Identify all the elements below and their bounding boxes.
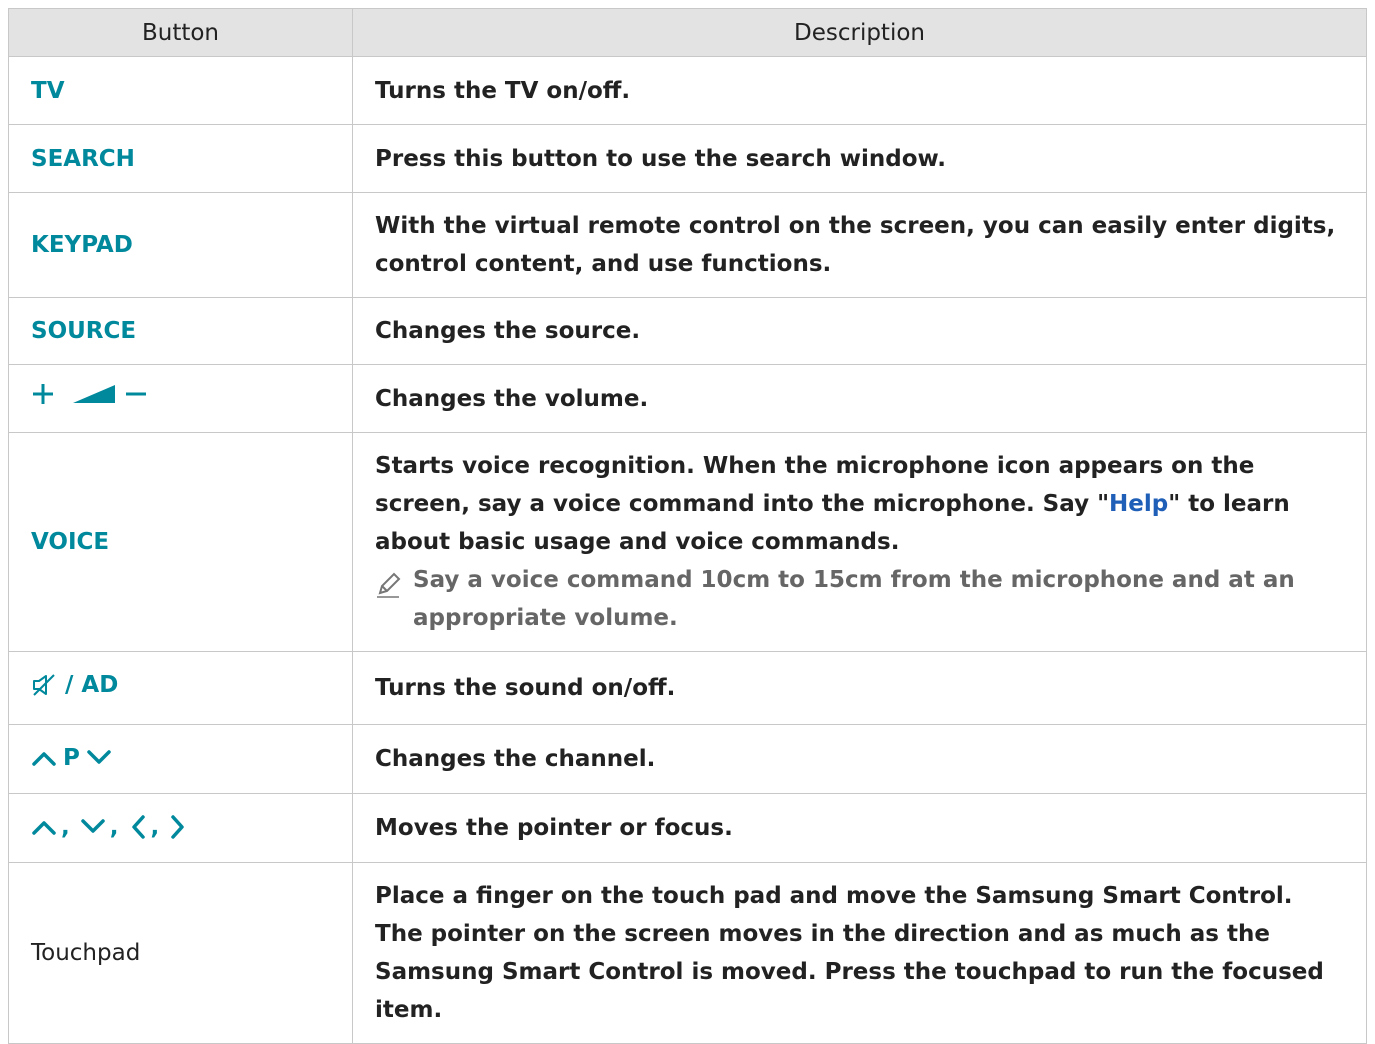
desc-cell: Changes the channel. <box>352 724 1367 794</box>
button-cell-arrows: , , , <box>8 793 353 863</box>
button-cell-channel: P <box>8 724 353 794</box>
table-row: SEARCH Press this button to use the sear… <box>8 124 1367 193</box>
chevron-up-icon <box>32 752 56 766</box>
desc-cell: Turns the sound on/off. <box>352 651 1367 725</box>
desc-cell: Changes the volume. <box>352 364 1367 433</box>
desc-cell: Press this button to use the search wind… <box>352 124 1367 193</box>
button-cell-mute-ad: / AD <box>8 651 353 725</box>
button-cell-touchpad: Touchpad <box>8 862 353 1044</box>
chevron-down-icon <box>81 819 105 833</box>
desc-cell: Changes the source. <box>352 297 1367 365</box>
table-row: / AD Turns the sound on/off. <box>8 651 1367 725</box>
voice-note: Say a voice command 10cm to 15cm from th… <box>375 561 1346 637</box>
help-keyword: Help <box>1109 491 1169 517</box>
desc-cell: Turns the TV on/off. <box>352 56 1367 125</box>
voice-note-text: Say a voice command 10cm to 15cm from th… <box>413 567 1295 631</box>
desc-cell-voice: Starts voice recognition. When the micro… <box>352 432 1367 652</box>
desc-cell: Place a finger on the touch pad and move… <box>352 862 1367 1044</box>
chevron-down-icon <box>87 750 111 764</box>
button-cell-tv: TV <box>8 56 353 125</box>
table-row: VOICE Starts voice recognition. When the… <box>8 432 1367 652</box>
pencil-icon <box>375 561 405 603</box>
table-row: Changes the volume. <box>8 364 1367 433</box>
button-cell-voice: VOICE <box>8 432 353 652</box>
voice-description: Starts voice recognition. When the micro… <box>375 447 1346 561</box>
arrow-separator: , <box>150 814 160 840</box>
minus-icon <box>126 392 146 395</box>
arrow-separator: , <box>61 814 70 840</box>
table-row: Touchpad Place a finger on the touch pad… <box>8 862 1367 1044</box>
table-header-row: Button Description <box>8 8 1367 57</box>
table-row: KEYPAD With the virtual remote control o… <box>8 192 1367 298</box>
table-row: , , , Moves the pointer or focus. <box>8 793 1367 863</box>
button-table: Button Description TV Turns the TV on/of… <box>8 8 1367 1044</box>
table-row: TV Turns the TV on/off. <box>8 56 1367 125</box>
chevron-up-icon <box>32 821 56 835</box>
desc-cell: Moves the pointer or focus. <box>352 793 1367 863</box>
button-cell-search: SEARCH <box>8 124 353 193</box>
plus-icon <box>33 383 53 404</box>
chevron-left-icon <box>131 815 145 839</box>
volume-ramp-icon <box>73 384 115 403</box>
button-cell-keypad: KEYPAD <box>8 192 353 298</box>
table-row: SOURCE Changes the source. <box>8 297 1367 365</box>
header-description: Description <box>352 8 1367 57</box>
chevron-right-icon <box>171 815 184 839</box>
button-cell-volume <box>8 364 353 433</box>
desc-cell: With the virtual remote control on the s… <box>352 192 1367 298</box>
mute-icon <box>33 674 55 696</box>
arrow-separator: , <box>109 814 119 840</box>
mute-ad-label: / AD <box>65 672 119 698</box>
channel-p-label: P <box>63 745 80 771</box>
button-cell-source: SOURCE <box>8 297 353 365</box>
header-button: Button <box>8 8 353 57</box>
table-row: P Changes the channel. <box>8 724 1367 794</box>
